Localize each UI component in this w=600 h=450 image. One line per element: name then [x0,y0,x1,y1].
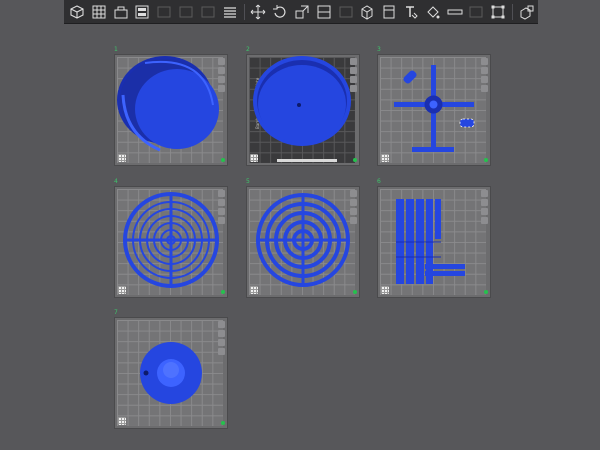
orient-icon[interactable] [350,208,357,215]
toolbar-separator [512,3,514,20]
status-ok-icon [484,290,488,294]
arrange-icon[interactable] [218,330,225,337]
toolbar-separator [243,3,245,20]
lock-icon[interactable] [350,58,357,65]
plate-4[interactable]: 4 [114,178,227,297]
redo-icon [177,2,196,22]
top-toolbar [64,0,538,24]
model-cup-tilted[interactable] [115,55,227,165]
assembly-icon[interactable] [518,2,537,22]
status-ok-icon [484,158,488,162]
lock-icon[interactable] [481,190,488,197]
plate-index: 3 [377,46,381,53]
status-ok-icon [353,290,357,294]
plate-6[interactable]: 6 [377,178,490,297]
plate-index: 4 [114,178,118,185]
import-plate-icon[interactable] [111,2,130,22]
model-wheel-rings[interactable] [247,187,359,297]
undo-icon [155,2,174,22]
plate-5[interactable]: 5 [246,178,359,297]
plate-side-tools [218,321,226,355]
plate-grid-icon[interactable] [118,417,126,425]
split-icon [467,2,486,22]
plate-index: 7 [114,309,118,316]
plate-brand-strip [277,159,337,162]
status-ok-icon [353,158,357,162]
plate-side-tools [218,190,226,224]
plate-side-tools [481,190,489,224]
plate-3[interactable]: 3 [377,46,490,165]
plate-index: 6 [377,178,381,185]
model-dome[interactable] [115,318,227,428]
grid-icon[interactable] [89,2,108,22]
lock-icon[interactable] [218,321,225,328]
plate-side-tools [218,58,226,92]
orient-icon[interactable] [481,208,488,215]
paint-bucket-icon[interactable] [423,2,442,22]
plate-grid-icon[interactable] [118,154,126,162]
arrange-icon[interactable] [350,67,357,74]
plate-side-tools [350,58,358,92]
orient-icon[interactable] [218,208,225,215]
status-ok-icon [221,421,225,425]
plate-grid-icon[interactable] [250,154,258,162]
arrange-icon[interactable] [350,199,357,206]
text-icon[interactable] [402,2,421,22]
model-cup-round[interactable] [247,55,359,165]
plate-grid-icon[interactable] [250,286,258,294]
plate-side-tools [481,58,489,92]
boundary-icon[interactable] [489,2,508,22]
plate-grid-icon[interactable] [118,286,126,294]
plate-1[interactable]: 1 [114,46,227,165]
settings-icon[interactable] [218,85,225,92]
arrange-icon[interactable] [218,199,225,206]
lock-icon[interactable] [218,190,225,197]
scale-icon[interactable] [293,2,312,22]
arrange-icon[interactable] [218,67,225,74]
arrange-icon[interactable] [481,67,488,74]
lock-icon[interactable] [218,58,225,65]
plate-7[interactable]: 7 [114,309,227,428]
orient-icon[interactable] [350,76,357,83]
settings-icon[interactable] [350,217,357,224]
status-ok-icon [221,290,225,294]
menu-icon[interactable] [220,2,239,22]
cube-icon[interactable] [358,2,377,22]
status-ok-icon [221,158,225,162]
plate-index: 5 [246,178,250,185]
settings-icon[interactable] [350,85,357,92]
settings-icon[interactable] [481,217,488,224]
layout-icon[interactable] [133,2,152,22]
settings-icon[interactable] [218,348,225,355]
model-parts-cross[interactable] [378,55,490,165]
plate-grid-icon[interactable] [381,286,389,294]
measure-icon[interactable] [445,2,464,22]
lay-on-face-icon[interactable] [314,2,333,22]
move-icon[interactable] [249,2,268,22]
lock-icon[interactable] [481,58,488,65]
plate-grid-icon[interactable] [381,154,389,162]
arrange-icon [198,2,217,22]
add-cube-icon[interactable] [68,2,87,22]
settings-icon[interactable] [218,217,225,224]
orient-icon[interactable] [218,76,225,83]
rotate-icon[interactable] [271,2,290,22]
cut-icon [336,2,355,22]
plate-2[interactable]: 2 Bambu Textured PEI Plate [246,46,359,165]
plate-side-tools [350,190,358,224]
settings-icon[interactable] [481,85,488,92]
support-paint-icon[interactable] [380,2,399,22]
orient-icon[interactable] [481,76,488,83]
model-bars[interactable] [378,187,490,297]
model-wheel-spokes[interactable] [115,187,227,297]
lock-icon[interactable] [350,190,357,197]
orient-icon[interactable] [218,339,225,346]
plate-index: 2 [246,46,250,53]
arrange-icon[interactable] [481,199,488,206]
plate-index: 1 [114,46,118,53]
